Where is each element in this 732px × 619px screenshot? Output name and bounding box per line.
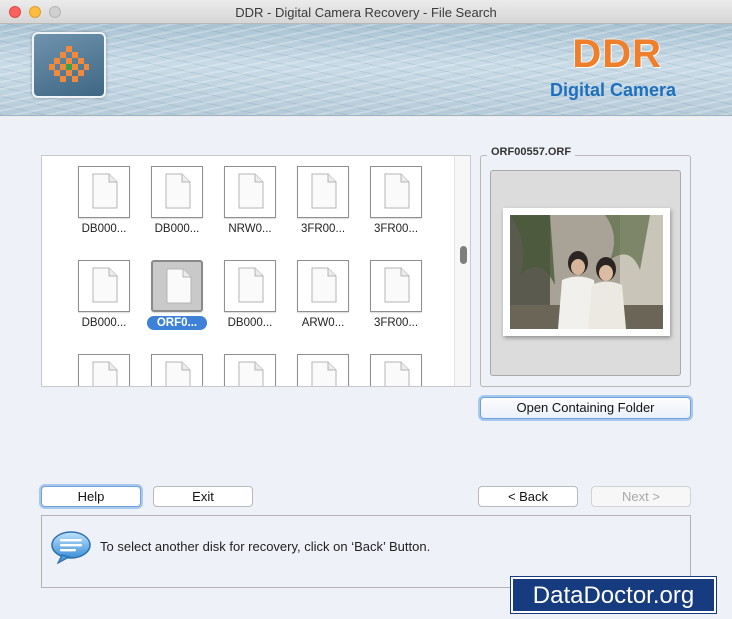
file-item[interactable]: 3FR00... <box>360 250 430 330</box>
file-name: 3FR00... <box>300 223 346 235</box>
file-name: DB000... <box>154 223 200 235</box>
file-thumbnail-icon <box>297 260 349 312</box>
product-subtitle: Digital Camera <box>549 80 676 100</box>
file-item[interactable]: DB000... <box>68 250 138 330</box>
file-item[interactable]: 3FR00... <box>360 156 430 236</box>
scrollbar-thumb[interactable] <box>460 246 467 264</box>
file-thumbnail-icon <box>224 354 276 386</box>
preview-group: ORF00557.ORF <box>480 146 691 387</box>
file-item[interactable]: NRW0... <box>214 156 284 236</box>
file-item[interactable]: DB000... <box>68 156 138 236</box>
file-item[interactable]: ORF0... <box>141 250 211 330</box>
file-name: ARW0... <box>301 317 345 329</box>
file-thumbnail-icon <box>224 166 276 218</box>
exit-button[interactable]: Exit <box>153 486 253 507</box>
preview-filename: ORF00557.ORF <box>487 146 576 158</box>
file-thumbnail-icon <box>224 260 276 312</box>
preview-panel <box>490 170 681 376</box>
file-item-partial[interactable] <box>287 344 357 386</box>
file-item[interactable]: DB000... <box>141 156 211 236</box>
file-grid-scrollbar[interactable] <box>454 156 470 386</box>
file-item-partial[interactable] <box>214 344 284 386</box>
file-thumbnail-icon <box>297 354 349 386</box>
file-item-partial[interactable] <box>141 344 211 386</box>
window-title: DDR - Digital Camera Recovery - File Sea… <box>235 5 497 20</box>
file-thumbnail-icon <box>151 260 203 312</box>
file-thumbnail-icon <box>151 166 203 218</box>
file-name: ORF0... <box>147 316 207 330</box>
file-name: 3FR00... <box>373 317 419 329</box>
datadoctor-watermark: DataDoctor.org <box>511 577 716 613</box>
file-thumbnail-icon <box>370 166 422 218</box>
file-thumbnail-icon <box>370 260 422 312</box>
back-button[interactable]: < Back <box>478 486 578 507</box>
preview-photo <box>510 215 663 329</box>
file-name: NRW0... <box>228 223 272 235</box>
file-thumbnail-icon <box>151 354 203 386</box>
file-thumbnail-icon <box>78 354 130 386</box>
file-thumbnail-icon <box>78 166 130 218</box>
file-item-partial[interactable] <box>68 344 138 386</box>
next-button[interactable]: Next > <box>591 486 691 507</box>
main-panel: DB000... DB000... NRW0... 3FR00... 3FR00... D… <box>0 117 732 619</box>
preview-photo-frame <box>503 208 670 336</box>
app-window: DDR - Digital Camera Recovery - File Sea… <box>0 0 732 619</box>
file-item[interactable]: ARW0... <box>287 250 357 330</box>
brand-title: DDR <box>572 32 662 76</box>
file-name: DB000... <box>227 317 273 329</box>
open-containing-folder-button[interactable]: Open Containing Folder <box>480 397 691 419</box>
help-button[interactable]: Help <box>41 486 141 507</box>
file-name: DB000... <box>81 223 127 235</box>
file-name: DB000... <box>81 317 127 329</box>
file-thumbnail-icon <box>370 354 422 386</box>
speech-bubble-icon <box>50 530 92 569</box>
file-item[interactable]: 3FR00... <box>287 156 357 236</box>
file-grid[interactable]: DB000... DB000... NRW0... 3FR00... 3FR00... D… <box>41 155 471 387</box>
status-message: To select another disk for recovery, cli… <box>100 539 431 554</box>
title-bar: DDR - Digital Camera Recovery - File Sea… <box>0 0 732 24</box>
header-banner: DDR Digital Camera <box>0 24 732 116</box>
file-name: 3FR00... <box>373 223 419 235</box>
file-thumbnail-icon <box>297 166 349 218</box>
file-item[interactable]: DB000... <box>214 250 284 330</box>
file-item-partial[interactable] <box>360 344 430 386</box>
ddr-logo-icon <box>32 32 106 98</box>
file-thumbnail-icon <box>78 260 130 312</box>
